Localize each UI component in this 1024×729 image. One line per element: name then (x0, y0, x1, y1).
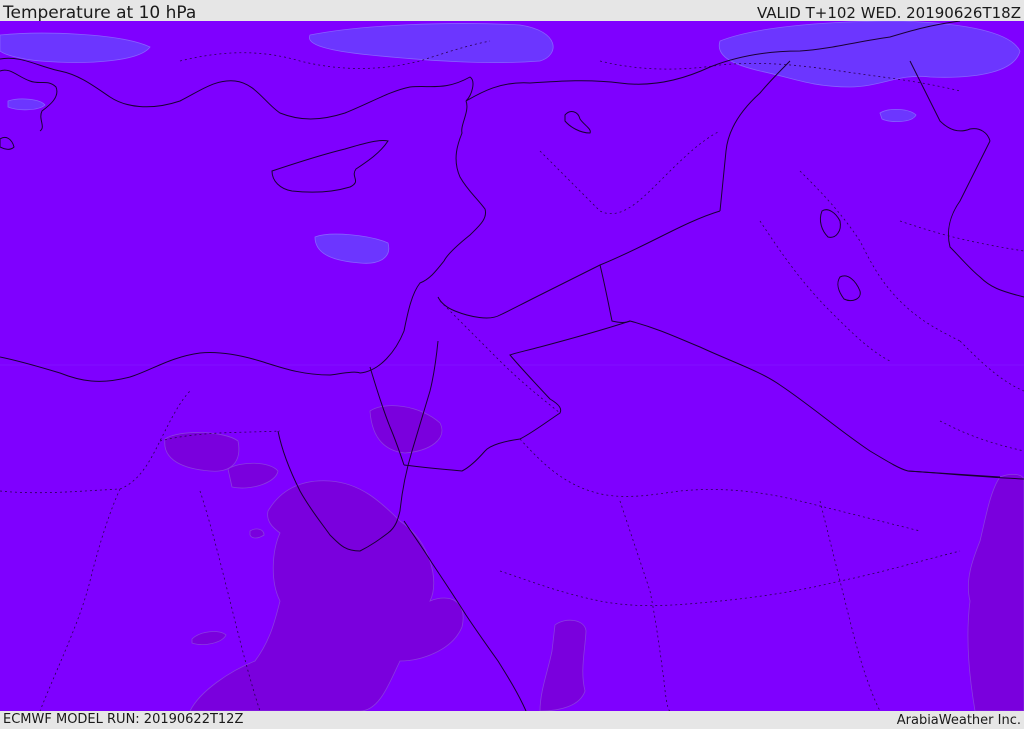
temperature-field (0, 21, 1024, 711)
map-title: Temperature at 10 hPa (3, 3, 197, 23)
model-run-label: ECMWF MODEL RUN: 20190622T12Z (3, 712, 244, 727)
warm-patch-small-center (249, 528, 265, 539)
credit-label: ArabiaWeather Inc. (896, 713, 1021, 728)
footer-bar: ECMWF MODEL RUN: 20190622T12Z ArabiaWeat… (0, 711, 1024, 729)
header-bar: Temperature at 10 hPa VALID T+102 WED. 2… (0, 0, 1024, 23)
valid-time-label: VALID T+102 WED. 20190626T18Z (756, 4, 1021, 22)
map-canvas (0, 21, 1024, 711)
temperature-map (0, 21, 1024, 711)
